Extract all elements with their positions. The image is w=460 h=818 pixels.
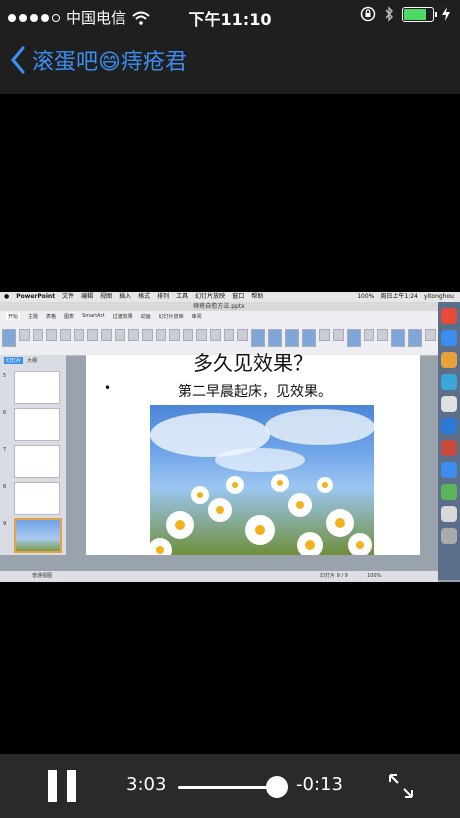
ribbon-tab: 幻灯片放映: [158, 314, 184, 320]
menu-item: 视图: [100, 293, 113, 300]
slide-body-text: 第二早晨起床，见效果。: [178, 384, 332, 400]
zoom-label: 100%: [367, 573, 382, 579]
ribbon-tab: 开始: [6, 313, 21, 320]
thumb-number: 8: [3, 484, 7, 490]
pause-button[interactable]: [48, 770, 76, 802]
menubar-user: yitonghou: [423, 293, 454, 300]
ribbon-tab: SmartArt: [82, 313, 105, 319]
apple-icon: ●: [4, 293, 10, 300]
ribbon-tab: 图表: [64, 314, 75, 320]
charging-icon: [442, 7, 450, 21]
ribbon-tab: 主题: [28, 314, 39, 320]
thumb-number: 6: [3, 410, 7, 416]
menu-item: 窗口: [232, 293, 245, 300]
window-title: 痔疮自愈方法.pptx: [0, 302, 438, 311]
slide-canvas: 多久见效果？ • 第二早晨起床，见效果。: [86, 351, 420, 555]
slide-title: 多久见效果？: [193, 351, 313, 375]
app-name: PowerPoint: [16, 293, 56, 300]
seek-knob[interactable]: [265, 776, 288, 798]
pause-icon-bar: [67, 770, 76, 802]
menu-item: 工具: [176, 293, 189, 300]
seek-played: [178, 786, 277, 789]
bluetooth-icon: [385, 6, 393, 22]
ribbon-tab: 审阅: [191, 314, 202, 320]
video-player[interactable]: ● PowerPoint 文件 编辑 视图 插入 格式 排列 工具 幻灯片放映 …: [0, 292, 460, 582]
back-title: 滚蛋吧😄痔疮君: [32, 50, 187, 75]
menu-item: 格式: [138, 293, 151, 300]
menu-item: 帮助: [251, 293, 264, 300]
sidebar-tab-outline: 大纲: [27, 358, 38, 364]
menu-item: 幻灯片放映: [195, 293, 226, 300]
menubar-zoom: 100%: [357, 293, 375, 300]
slide-thumbnail: [14, 482, 60, 515]
slide-thumbnail: [14, 408, 60, 441]
sidebar-tab-slides: 幻灯片: [4, 357, 24, 364]
back-button[interactable]: 滚蛋吧😄痔疮君: [10, 44, 187, 76]
rotation-lock-icon: [360, 6, 376, 22]
status-bar: 中国电信 下午11:10: [0, 0, 460, 34]
ribbon-tab: 过渡效果: [112, 314, 133, 320]
mac-menubar: ● PowerPoint 文件 编辑 视图 插入 格式 排列 工具 幻灯片放映 …: [0, 292, 460, 302]
slide-info: 幻灯片 9 / 9: [320, 573, 348, 579]
thumb-number: 5: [3, 373, 7, 379]
fullscreen-expand-icon[interactable]: [387, 772, 415, 800]
daisy-photo: [150, 405, 374, 555]
battery-icon: [402, 6, 437, 22]
seek-slider[interactable]: [178, 776, 288, 798]
daisy-image: [150, 409, 374, 555]
menu-item: 文件: [62, 293, 75, 300]
menu-item: 编辑: [81, 293, 94, 300]
elapsed-time: 3:03: [126, 774, 167, 795]
ppt-status-bar: 普通视图 幻灯片 9 / 9 100%: [0, 571, 438, 582]
mac-dock: [438, 302, 460, 580]
bullet: •: [104, 381, 112, 395]
remaining-time: -0:13: [296, 774, 343, 795]
slide-thumbnail-selected: [14, 518, 62, 553]
player-controls: 3:03 -0:13: [0, 754, 460, 818]
slide-thumbnail: [14, 445, 60, 478]
nav-bar: 滚蛋吧😄痔疮君: [0, 34, 460, 94]
chevron-left-icon: [10, 46, 25, 74]
menubar-clock: 周日上午1:24: [380, 293, 418, 300]
menu-item: 排列: [157, 293, 170, 300]
slide-sidebar: 幻灯片 大纲 5 6 7 8 9: [0, 355, 66, 555]
pause-icon: [48, 770, 57, 802]
view-label: 普通视图: [32, 573, 53, 579]
menu-item: 插入: [119, 293, 132, 300]
thumb-number: 9: [3, 521, 7, 527]
thumb-number: 7: [3, 447, 7, 453]
ribbon-tab: 动画: [140, 314, 151, 320]
ribbon-tab: 表格: [46, 314, 57, 320]
slide-thumbnail: [14, 371, 60, 404]
